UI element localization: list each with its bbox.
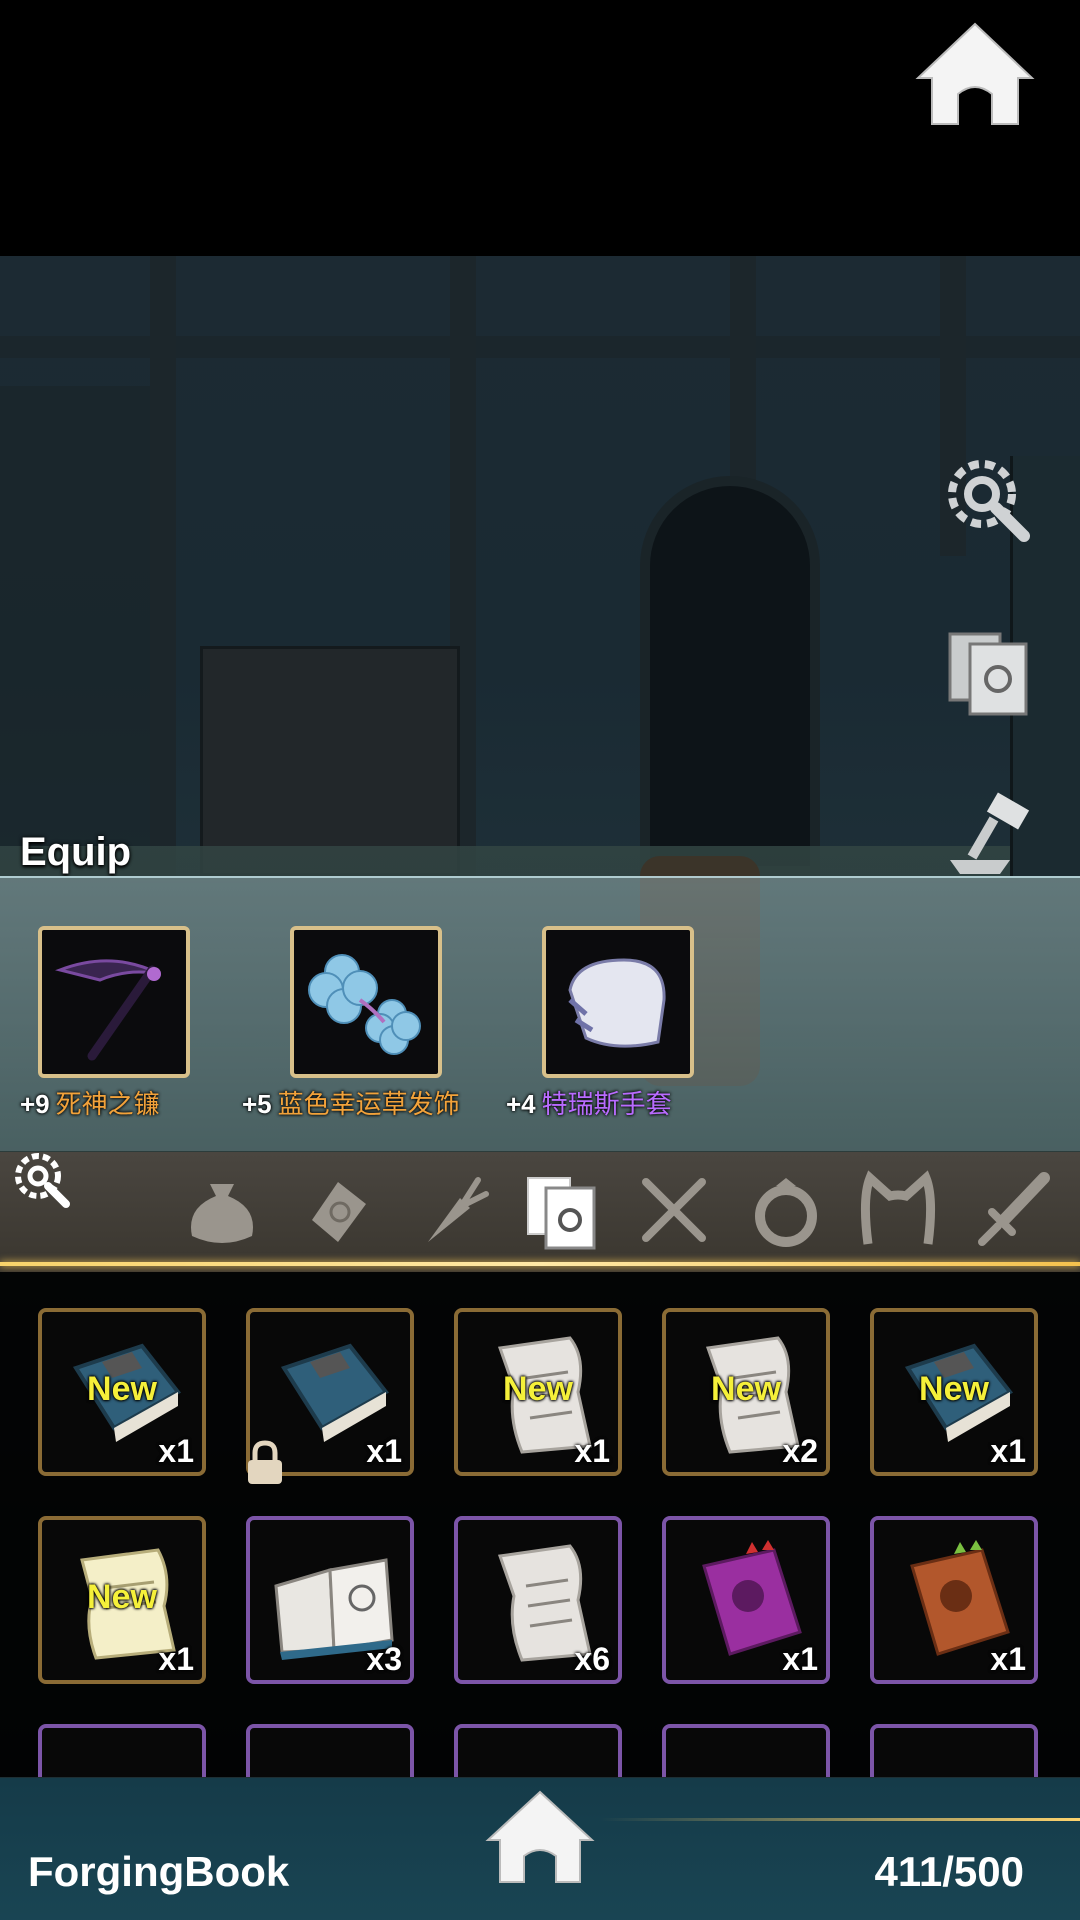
equip-name: 死神之镰 <box>55 1089 160 1119</box>
ring-icon[interactable] <box>744 1168 828 1252</box>
inventory-item[interactable]: x3 <box>246 1516 414 1684</box>
equip-label-3: +4 特瑞斯手套 <box>506 1084 672 1121</box>
item-quantity: x2 <box>782 1433 818 1469</box>
bottom-divider <box>600 1818 1080 1821</box>
anvil-hammer-icon[interactable] <box>940 790 1040 890</box>
inventory-item[interactable]: x6 <box>454 1516 622 1684</box>
inventory-item[interactable] <box>454 1724 622 1777</box>
home-icon[interactable] <box>910 20 1040 130</box>
inventory-item[interactable] <box>662 1724 830 1777</box>
top-bar <box>0 0 1080 256</box>
item-quantity: x1 <box>990 1433 1026 1469</box>
book-icon[interactable] <box>940 620 1040 720</box>
equip-label-1: +9 死神之镰 <box>20 1084 160 1121</box>
item-quantity: x1 <box>782 1641 818 1677</box>
inventory-item[interactable] <box>246 1724 414 1777</box>
inventory-capacity: 411/500 <box>874 1848 1024 1895</box>
inventory-grid[interactable]: New x1 x1 New x1 New x2 New x1 New x1 x3… <box>0 1272 1080 1777</box>
scythe-icon <box>55 959 161 1061</box>
inventory-item[interactable]: New x2 <box>662 1308 830 1476</box>
new-badge: New <box>87 1370 157 1408</box>
settings-search-icon[interactable] <box>10 1148 76 1214</box>
category-divider <box>0 1262 1080 1266</box>
carrot-icon[interactable] <box>408 1168 492 1252</box>
inventory-item[interactable]: New x1 <box>38 1308 206 1476</box>
inventory-item[interactable]: New x1 <box>38 1516 206 1684</box>
gauntlet-icon <box>568 958 666 1048</box>
clover-hairpin-icon <box>308 954 421 1055</box>
inventory-item[interactable]: x1 <box>870 1516 1038 1684</box>
inventory-item[interactable]: x1 <box>662 1516 830 1684</box>
equip-level: +4 <box>506 1089 536 1119</box>
book-icon[interactable] <box>520 1168 604 1252</box>
item-quantity: x1 <box>158 1433 194 1469</box>
item-quantity: x1 <box>158 1641 194 1677</box>
new-badge: New <box>919 1370 989 1408</box>
settings-search-icon[interactable] <box>940 452 1040 552</box>
item-quantity: x1 <box>990 1641 1026 1677</box>
home-icon[interactable] <box>484 1790 596 1886</box>
lock-icon <box>248 1440 282 1484</box>
inventory-item[interactable]: New x1 <box>454 1308 622 1476</box>
inventory-item[interactable] <box>38 1724 206 1777</box>
equip-name: 特瑞斯手套 <box>541 1089 672 1119</box>
inventory-item[interactable] <box>870 1724 1038 1777</box>
new-badge: New <box>711 1370 781 1408</box>
new-badge: New <box>503 1370 573 1408</box>
inventory-item[interactable]: New x1 <box>870 1308 1038 1476</box>
sword-icon[interactable] <box>970 1168 1054 1252</box>
bag-icon[interactable] <box>180 1168 264 1252</box>
equip-slot-clover[interactable] <box>290 926 442 1078</box>
cat-ears-icon[interactable] <box>856 1168 940 1252</box>
equip-label-2: +5 蓝色幸运草发饰 <box>242 1084 460 1121</box>
equip-name: 蓝色幸运草发饰 <box>277 1089 460 1119</box>
utensils-icon[interactable] <box>632 1168 716 1252</box>
item-quantity: x1 <box>574 1433 610 1469</box>
ore-icon[interactable] <box>294 1168 378 1252</box>
equip-title: Equip <box>20 830 132 874</box>
new-badge: New <box>87 1578 157 1616</box>
item-quantity: x6 <box>574 1641 610 1677</box>
equip-slot-scythe[interactable] <box>38 926 190 1078</box>
equip-slot-gauntlet[interactable] <box>542 926 694 1078</box>
equip-panel: +9 死神之镰 +5 蓝色幸运草发饰 +4 特瑞斯手套 <box>0 876 1080 1151</box>
book-name: ForgingBook <box>28 1848 290 1895</box>
item-quantity: x1 <box>366 1433 402 1469</box>
item-quantity: x3 <box>366 1641 402 1677</box>
equip-level: +9 <box>20 1089 50 1119</box>
equip-level: +5 <box>242 1089 272 1119</box>
